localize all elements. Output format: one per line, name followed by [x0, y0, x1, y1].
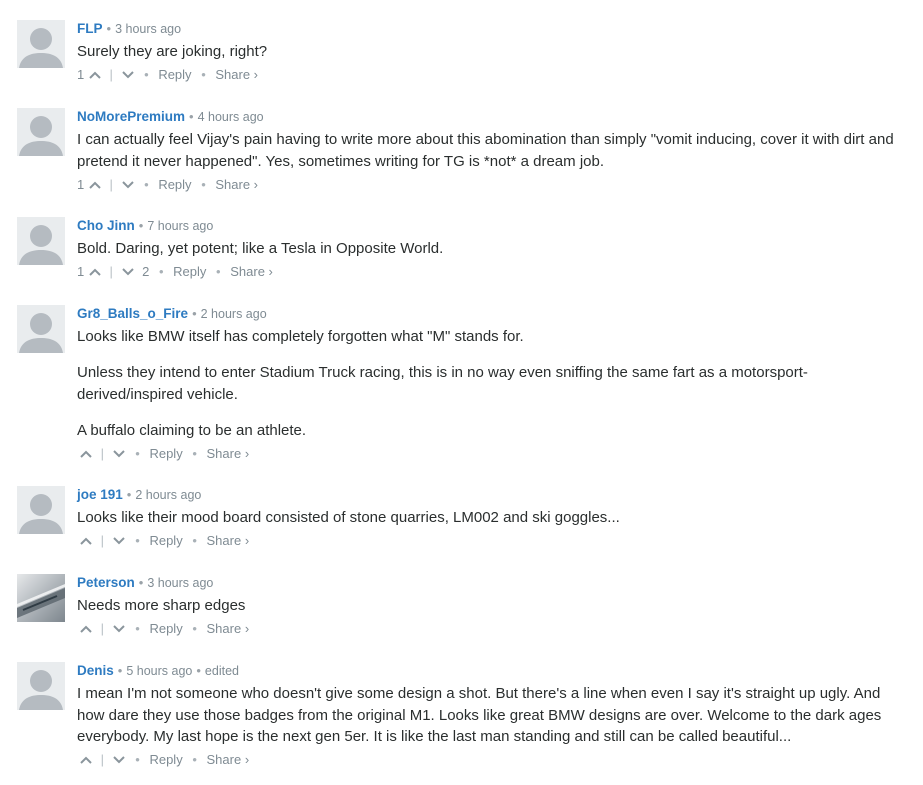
reply-button[interactable]: Reply — [149, 443, 182, 465]
vote-divider: | — [109, 264, 113, 280]
chevron-down-icon[interactable] — [121, 261, 135, 283]
action-separator: • — [216, 264, 221, 280]
action-separator: • — [144, 67, 149, 83]
chevron-up-icon[interactable] — [79, 618, 93, 640]
chevron-up-icon[interactable] — [79, 443, 93, 465]
reply-button[interactable]: Reply — [149, 749, 182, 771]
reply-button[interactable]: Reply — [158, 64, 191, 86]
vote-divider: | — [100, 445, 105, 461]
comment-text: I mean I'm not someone who doesn't give … — [77, 685, 882, 745]
chevron-down-icon[interactable] — [121, 174, 135, 196]
avatar[interactable] — [17, 217, 65, 265]
avatar[interactable] — [17, 108, 65, 156]
chevron-up-icon[interactable] — [88, 261, 102, 283]
chevron-down-icon[interactable] — [112, 618, 126, 640]
meta-separator: • — [126, 487, 132, 502]
reply-button[interactable]: Reply — [149, 618, 182, 640]
edited-label: edited — [204, 664, 239, 678]
action-separator: • — [201, 176, 206, 192]
comment-text: Surely they are joking, right? — [77, 43, 268, 60]
comment-time[interactable]: 2 hours ago — [135, 488, 201, 502]
meta-separator: • — [196, 663, 201, 678]
action-separator: • — [192, 533, 197, 549]
action-separator: • — [135, 621, 140, 637]
share-button[interactable]: Share › — [215, 64, 258, 86]
action-separator: • — [144, 176, 149, 192]
reply-button[interactable]: Reply — [158, 174, 191, 196]
meta-separator: • — [192, 306, 197, 321]
downvote-count: 2 — [142, 264, 150, 280]
comment-author[interactable]: joe 191 — [77, 487, 123, 502]
comment-actions: 1 | 2 • Reply • Share › — [77, 261, 909, 283]
comment-time[interactable]: 7 hours ago — [147, 219, 213, 233]
avatar[interactable] — [17, 574, 65, 622]
comment-actions: | • Reply • Share › — [77, 618, 909, 640]
comment-text: I can actually feel Vijay's pain having … — [77, 131, 894, 170]
comment-text: Unless they intend to enter Stadium Truc… — [77, 364, 808, 403]
share-button[interactable]: Share › — [207, 530, 250, 552]
comment-author[interactable]: Gr8_Balls_o_Fire — [77, 306, 188, 321]
comment-text: A buffalo claiming to be an athlete. — [77, 421, 307, 439]
comment-author[interactable]: Denis — [77, 663, 114, 678]
vote-divider: | — [109, 67, 113, 83]
comment-time[interactable]: 3 hours ago — [115, 22, 181, 36]
avatar[interactable] — [17, 20, 65, 68]
action-separator: • — [192, 752, 197, 768]
comment-time[interactable]: 4 hours ago — [198, 110, 264, 124]
action-separator: • — [192, 621, 197, 637]
action-separator: • — [158, 264, 164, 280]
vote-divider: | — [109, 176, 113, 192]
comment-text: Needs more sharp edges — [77, 597, 246, 614]
chevron-down-icon[interactable] — [112, 749, 126, 771]
comment-text: Looks like their mood board consisted of… — [77, 509, 620, 526]
comment-actions: 1 | • Reply • Share › — [77, 173, 909, 195]
share-button[interactable]: Share › — [207, 618, 250, 640]
upvote-count: 1 — [77, 67, 85, 83]
comment-time[interactable]: 2 hours ago — [201, 307, 267, 321]
comment-time[interactable]: 5 hours ago — [126, 664, 192, 678]
chevron-up-icon[interactable] — [88, 64, 102, 86]
vote-divider: | — [100, 752, 105, 768]
comment-author[interactable]: FLP — [77, 21, 103, 36]
vote-divider: | — [100, 621, 105, 637]
avatar[interactable] — [17, 305, 65, 353]
reply-button[interactable]: Reply — [173, 261, 206, 283]
vote-divider: | — [100, 533, 105, 549]
chevron-up-icon[interactable] — [88, 174, 102, 196]
action-separator: • — [135, 445, 140, 461]
comment-author[interactable]: Peterson — [77, 575, 135, 590]
upvote-count: 1 — [77, 176, 85, 192]
avatar[interactable] — [17, 486, 65, 534]
comment-text: Bold. Daring, yet potent; like a Tesla i… — [77, 240, 444, 257]
share-button[interactable]: Share › — [215, 174, 258, 196]
chevron-down-icon[interactable] — [121, 64, 135, 86]
share-button[interactable]: Share › — [207, 443, 250, 465]
comment-text: Looks like BMW itself has completely for… — [77, 328, 524, 345]
chevron-down-icon[interactable] — [112, 443, 126, 465]
reply-button[interactable]: Reply — [149, 530, 182, 552]
action-separator: • — [192, 445, 197, 461]
chevron-up-icon[interactable] — [79, 530, 93, 552]
upvote-count: 1 — [77, 264, 85, 280]
chevron-down-icon[interactable] — [112, 530, 126, 552]
comment-author[interactable]: Cho Jinn — [77, 218, 135, 233]
comment-actions: | • Reply • Share › — [77, 749, 909, 771]
share-button[interactable]: Share › — [230, 261, 273, 283]
meta-separator: • — [106, 21, 112, 36]
action-separator: • — [135, 752, 140, 768]
share-button[interactable]: Share › — [207, 749, 250, 771]
action-separator: • — [201, 67, 206, 83]
comment-actions: | • Reply • Share › — [77, 530, 909, 552]
comment-actions: | • Reply • Share › — [77, 442, 909, 464]
meta-separator: • — [138, 218, 144, 233]
chevron-up-icon[interactable] — [79, 749, 93, 771]
comment-actions: 1 | • Reply • Share › — [77, 64, 909, 86]
avatar[interactable] — [17, 662, 65, 710]
meta-separator: • — [189, 109, 194, 124]
comment-time[interactable]: 3 hours ago — [147, 576, 213, 590]
comment-author[interactable]: NoMorePremium — [77, 109, 185, 124]
meta-separator: • — [117, 663, 123, 678]
action-separator: • — [135, 533, 140, 549]
meta-separator: • — [138, 575, 144, 590]
